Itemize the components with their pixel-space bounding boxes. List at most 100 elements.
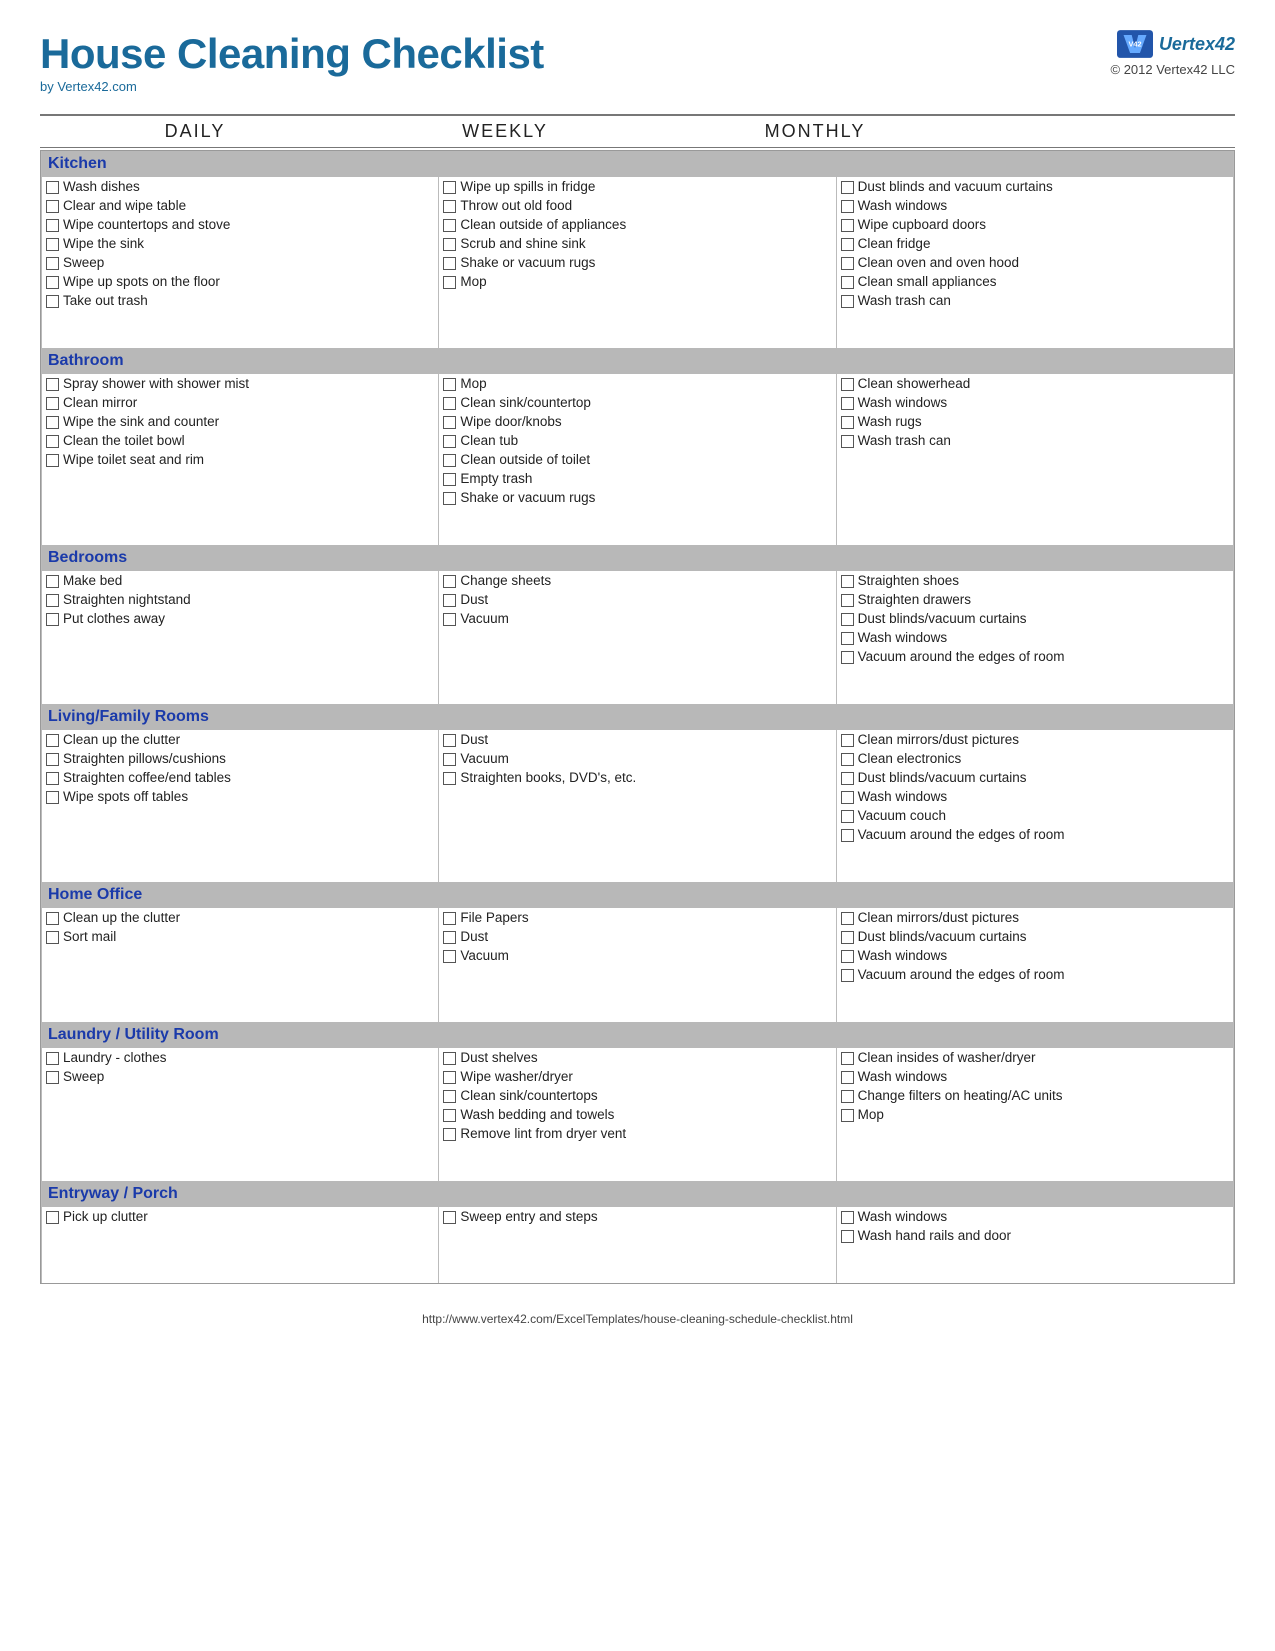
checkbox[interactable] — [841, 594, 854, 607]
checkbox[interactable] — [841, 1109, 854, 1122]
checkbox[interactable] — [443, 492, 456, 505]
checkbox[interactable] — [443, 575, 456, 588]
daily-item: Wipe the sink — [46, 235, 434, 252]
monthly-item: Wash windows — [841, 1068, 1229, 1085]
weekly-item: Wash bedding and towels — [443, 1106, 831, 1123]
checkbox[interactable] — [443, 181, 456, 194]
checkbox[interactable] — [46, 238, 59, 251]
checkbox[interactable] — [841, 1230, 854, 1243]
checkbox[interactable] — [46, 200, 59, 213]
checkbox[interactable] — [841, 276, 854, 289]
checkbox[interactable] — [443, 454, 456, 467]
checkbox[interactable] — [443, 435, 456, 448]
checkbox[interactable] — [443, 1128, 456, 1141]
checkbox[interactable] — [841, 295, 854, 308]
monthly-item: Clean showerhead — [841, 375, 1229, 392]
checkbox[interactable] — [443, 219, 456, 232]
checkbox[interactable] — [443, 473, 456, 486]
checkbox[interactable] — [443, 416, 456, 429]
monthly-item: Dust blinds/vacuum curtains — [841, 769, 1229, 786]
checkbox[interactable] — [841, 219, 854, 232]
item-label: Wipe toilet seat and rim — [63, 452, 204, 467]
checkbox[interactable] — [443, 257, 456, 270]
checkbox[interactable] — [841, 435, 854, 448]
checkbox[interactable] — [841, 378, 854, 391]
checkbox[interactable] — [841, 613, 854, 626]
checkbox[interactable] — [841, 397, 854, 410]
checkbox[interactable] — [46, 931, 59, 944]
checkbox[interactable] — [841, 1052, 854, 1065]
checkbox[interactable] — [443, 1090, 456, 1103]
checkbox[interactable] — [46, 734, 59, 747]
checkbox[interactable] — [841, 1090, 854, 1103]
checkbox[interactable] — [841, 772, 854, 785]
checkbox[interactable] — [841, 575, 854, 588]
checkbox[interactable] — [46, 1052, 59, 1065]
checkbox[interactable] — [46, 594, 59, 607]
item-label: Clean oven and oven hood — [858, 255, 1019, 270]
checkbox[interactable] — [46, 753, 59, 766]
checkbox[interactable] — [443, 950, 456, 963]
daily-item-empty — [46, 667, 434, 684]
checkbox[interactable] — [841, 632, 854, 645]
checkbox[interactable] — [443, 200, 456, 213]
weekly-item: Mop — [443, 273, 831, 290]
checkbox[interactable] — [443, 912, 456, 925]
checkbox[interactable] — [46, 912, 59, 925]
checkbox[interactable] — [46, 378, 59, 391]
checkbox[interactable] — [841, 810, 854, 823]
byline-link[interactable]: by Vertex42.com — [40, 79, 137, 94]
checkbox[interactable] — [46, 295, 59, 308]
item-label: Clean up the clutter — [63, 732, 180, 747]
weekly-item-empty — [443, 788, 831, 805]
checkbox[interactable] — [46, 219, 59, 232]
checkbox[interactable] — [841, 912, 854, 925]
checkbox[interactable] — [841, 829, 854, 842]
checkbox[interactable] — [46, 257, 59, 270]
checkbox[interactable] — [841, 1071, 854, 1084]
checkbox[interactable] — [841, 1211, 854, 1224]
checkbox[interactable] — [841, 416, 854, 429]
checkbox[interactable] — [443, 931, 456, 944]
checkbox[interactable] — [443, 378, 456, 391]
checkbox[interactable] — [46, 454, 59, 467]
checkbox[interactable] — [841, 238, 854, 251]
checkbox[interactable] — [443, 753, 456, 766]
checkbox[interactable] — [443, 1071, 456, 1084]
checkbox[interactable] — [841, 651, 854, 664]
checkbox[interactable] — [46, 791, 59, 804]
checkbox[interactable] — [841, 753, 854, 766]
checkbox[interactable] — [46, 613, 59, 626]
checklist-row: Clean the toilet bowl Clean tub Wash tra… — [42, 431, 1234, 450]
checkbox[interactable] — [46, 435, 59, 448]
monthly-item: Wash trash can — [841, 432, 1229, 449]
checkbox[interactable] — [841, 969, 854, 982]
checkbox[interactable] — [443, 1211, 456, 1224]
checklist-row — [42, 1162, 1234, 1181]
checkbox[interactable] — [443, 1052, 456, 1065]
checkbox[interactable] — [443, 397, 456, 410]
checkbox[interactable] — [46, 276, 59, 289]
monthly-item: Wash windows — [841, 197, 1229, 214]
checkbox[interactable] — [841, 200, 854, 213]
checkbox[interactable] — [841, 181, 854, 194]
checkbox[interactable] — [46, 416, 59, 429]
checkbox[interactable] — [46, 575, 59, 588]
checkbox[interactable] — [46, 772, 59, 785]
checkbox[interactable] — [443, 613, 456, 626]
checkbox[interactable] — [46, 1211, 59, 1224]
checkbox[interactable] — [443, 734, 456, 747]
checkbox[interactable] — [841, 257, 854, 270]
checkbox[interactable] — [841, 791, 854, 804]
checkbox[interactable] — [841, 931, 854, 944]
checkbox[interactable] — [443, 276, 456, 289]
checkbox[interactable] — [443, 1109, 456, 1122]
checkbox[interactable] — [443, 594, 456, 607]
checkbox[interactable] — [443, 772, 456, 785]
checkbox[interactable] — [841, 734, 854, 747]
checkbox[interactable] — [46, 181, 59, 194]
checkbox[interactable] — [841, 950, 854, 963]
checkbox[interactable] — [46, 397, 59, 410]
checkbox[interactable] — [443, 238, 456, 251]
checkbox[interactable] — [46, 1071, 59, 1084]
